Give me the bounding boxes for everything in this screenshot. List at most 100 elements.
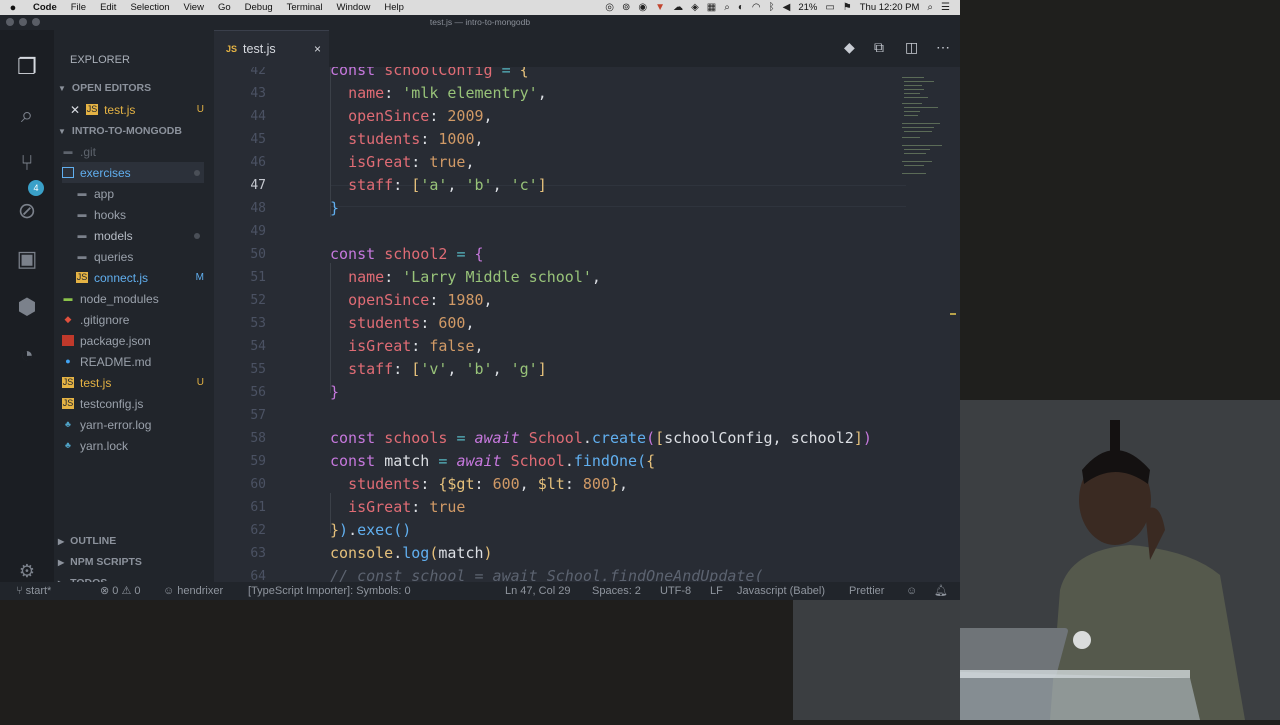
scrollbar-marker [950, 313, 956, 315]
tree-item-test-js[interactable]: JS test.js U [62, 372, 204, 393]
menu-view[interactable]: View [177, 2, 211, 13]
tree-item-readme[interactable]: ● README.md [62, 351, 204, 372]
outline-section[interactable]: ▶ OUTLINE [58, 535, 116, 547]
close-icon[interactable]: ✕ [70, 103, 80, 117]
close-tab-icon[interactable]: × [314, 42, 321, 56]
debug-icon[interactable]: ⊘ [12, 196, 42, 226]
eol-status[interactable]: LF [710, 582, 723, 600]
line-number: 46 [250, 155, 266, 170]
open-editor-item[interactable]: ✕ JS test.js U [70, 99, 204, 120]
cloud-icon[interactable]: ☁ [673, 2, 683, 13]
tree-item-yarn-lock[interactable]: ♣ yarn.lock [62, 435, 204, 456]
tree-item-exercises[interactable]: exercises [62, 162, 204, 183]
source-control-icon[interactable]: ⑂ [12, 148, 42, 178]
chevron-down-icon: ▼ [58, 83, 66, 93]
docker-icon[interactable]: ⬢ [12, 292, 42, 322]
line-number: 52 [250, 293, 266, 308]
language-mode[interactable]: Javascript (Babel) [737, 582, 825, 600]
tree-item-queries[interactable]: ▬ queries [76, 246, 204, 267]
menu-file[interactable]: File [64, 2, 93, 13]
tree-item-app[interactable]: ▬ app [76, 183, 204, 204]
explorer-icon[interactable]: ❐ [12, 52, 42, 82]
bell-icon[interactable]: 🔔︎ [934, 582, 948, 600]
js-file-icon: JS [62, 398, 74, 409]
flag-icon[interactable]: ⚑ [843, 2, 852, 13]
status-bar: ⑂ start* ⊗ 0 ⚠ 0 ☺ hendrixer [TypeScript… [0, 582, 960, 600]
spotlight-icon[interactable]: ⌕ [927, 2, 933, 13]
open-editors-section[interactable]: ▼ OPEN EDITORS [58, 82, 151, 94]
folder-icon: ▬ [77, 230, 87, 240]
code-line: openSince: 2009, [348, 107, 493, 125]
battery-icon[interactable]: ▭ [825, 2, 834, 13]
line-number: 49 [250, 224, 266, 239]
wifi-icon[interactable]: ◠ [752, 2, 761, 13]
prettier-status[interactable]: Prettier [849, 582, 884, 600]
zoom-window-button[interactable] [32, 18, 40, 26]
user-status[interactable]: ☺ hendrixer [163, 582, 223, 600]
problems-status[interactable]: ⊗ 0 ⚠ 0 [100, 582, 140, 600]
line-number: 44 [250, 109, 266, 124]
status-icon[interactable]: ◉ [638, 2, 647, 13]
tree-item-models[interactable]: ▬ models [76, 225, 204, 246]
code-editor[interactable]: 42 43 44 45 46 47 48 49 50 51 52 53 54 55 56 57 58 59 60 61… [214, 67, 960, 590]
line-number: 42 [250, 67, 266, 78]
apple-icon[interactable]: ● [0, 2, 26, 14]
menu-code[interactable]: Code [26, 2, 64, 13]
split-editor-icon[interactable]: ◫ [905, 39, 918, 56]
menu-go[interactable]: Go [211, 2, 238, 13]
code-line: isGreat: true [348, 498, 466, 516]
menu-help[interactable]: Help [377, 2, 411, 13]
window-controls [6, 18, 40, 26]
tree-item-yarn-error-log[interactable]: ♣ yarn-error.log [62, 414, 204, 435]
bluetooth-icon[interactable]: ᛒ [769, 2, 775, 13]
clock[interactable]: Thu 12:20 PM [860, 2, 920, 13]
tab-test-js[interactable]: JS test.js × [214, 30, 329, 67]
search-icon[interactable]: ⌕ [12, 100, 42, 130]
code-line: students: 1000, [348, 130, 484, 148]
tree-item-testconfig-js[interactable]: JS testconfig.js [62, 393, 204, 414]
line-number: 57 [250, 408, 266, 423]
extensions-icon[interactable]: ▣ [12, 244, 42, 274]
minimize-window-button[interactable] [19, 18, 27, 26]
git-compare-icon[interactable]: ◆ [844, 39, 855, 56]
status-icon[interactable]: ▦ [707, 2, 716, 13]
encoding-status[interactable]: UTF-8 [660, 582, 691, 600]
importer-status[interactable]: [TypeScript Importer]: Symbols: 0 [248, 582, 411, 600]
menu-selection[interactable]: Selection [123, 2, 176, 13]
gitlens-icon[interactable]: ◔ [12, 340, 42, 370]
menu-edit[interactable]: Edit [93, 2, 123, 13]
line-number: 47 [250, 178, 266, 193]
branch-status[interactable]: ⑂ start* [16, 582, 51, 600]
smiley-icon[interactable]: ☺ [906, 582, 917, 600]
open-changes-icon[interactable]: ⧉ [874, 39, 884, 56]
cursor-position[interactable]: Ln 47, Col 29 [505, 582, 570, 600]
status-icon[interactable]: ⊚ [622, 2, 630, 13]
menu-debug[interactable]: Debug [238, 2, 280, 13]
notification-center-icon[interactable]: ☰ [941, 2, 950, 13]
code-line: students: {$gt: 600, $lt: 800}, [348, 475, 629, 493]
menu-status-area: ◎ ⊚ ◉ ▼ ☁ ◈ ▦ ⌕ ◐ ◠ ᛒ ◀ 21% ▭ ⚑ Thu 12:2… [605, 2, 960, 13]
npm-scripts-section[interactable]: ▶ NPM SCRIPTS [58, 556, 142, 568]
search-icon[interactable]: ⌕ [724, 2, 730, 13]
minimap[interactable] [902, 73, 946, 183]
info-file-icon: ● [65, 356, 71, 366]
status-icon[interactable]: ◎ [605, 2, 614, 13]
close-window-button[interactable] [6, 18, 14, 26]
user-icon[interactable]: ◐ [738, 2, 744, 13]
menu-window[interactable]: Window [330, 2, 378, 13]
tree-item-gitignore[interactable]: ◆ .gitignore [62, 309, 204, 330]
more-actions-icon[interactable]: ⋯ [936, 39, 950, 56]
shield-icon[interactable]: ▼ [655, 2, 665, 13]
tree-item-package-json[interactable]: package.json [62, 330, 204, 351]
tree-item-git[interactable]: ▬ .git [62, 141, 204, 162]
tree-item-hooks[interactable]: ▬ hooks [76, 204, 204, 225]
line-number: 55 [250, 362, 266, 377]
tree-item-connect-js[interactable]: JS connect.js M [76, 267, 204, 288]
indentation-status[interactable]: Spaces: 2 [592, 582, 641, 600]
project-section[interactable]: ▼ INTRO-TO-MONGODB [58, 125, 182, 137]
status-icon[interactable]: ◈ [691, 2, 699, 13]
video-background [960, 0, 1280, 400]
volume-icon[interactable]: ◀ [783, 2, 791, 13]
tree-item-node-modules[interactable]: ▬ node_modules [62, 288, 204, 309]
menu-terminal[interactable]: Terminal [280, 2, 330, 13]
